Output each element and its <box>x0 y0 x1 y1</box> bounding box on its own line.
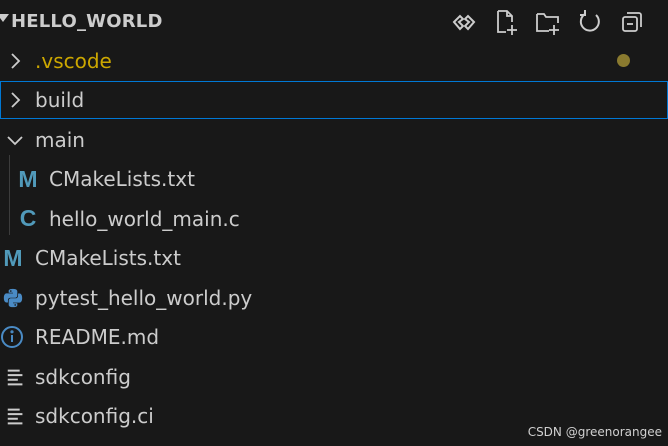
tree-item-label: sdkconfig.ci <box>35 404 154 428</box>
tree-item-sdkconfig[interactable]: sdkconfig <box>0 358 668 396</box>
collapse-all-icon[interactable] <box>615 7 649 37</box>
tree-item-label: build <box>35 88 85 112</box>
tree-item-label: sdkconfig <box>35 365 131 389</box>
tree-item-label: pytest_hello_world.py <box>35 286 253 310</box>
refresh-icon[interactable] <box>573 7 607 37</box>
explorer-header: HELLO_WORLD <box>0 0 668 42</box>
cmake-file-icon: M <box>18 165 38 192</box>
tree-item-main-cmakelists[interactable]: M CMakeLists.txt <box>0 160 668 198</box>
tree-item-label: CMakeLists.txt <box>49 167 195 191</box>
workspace-title[interactable]: HELLO_WORLD <box>11 11 163 32</box>
python-file-icon <box>1 286 25 310</box>
text-file-icon <box>4 404 28 428</box>
new-folder-icon[interactable] <box>531 7 565 37</box>
modified-indicator <box>617 54 630 67</box>
refresh-source-icon[interactable] <box>447 7 481 37</box>
tree-item-pytest-hello-world-py[interactable]: pytest_hello_world.py <box>0 279 668 317</box>
indent-guide <box>9 155 10 235</box>
tree-item-label: .vscode <box>35 49 112 73</box>
c-file-icon: C <box>19 204 37 231</box>
tree-item-vscode[interactable]: .vscode <box>0 42 668 80</box>
explorer-panel: HELLO_WORLD .vscode build main M CMakeLi… <box>0 0 668 446</box>
chevron-down-icon[interactable] <box>0 14 9 22</box>
tree-item-build[interactable]: build <box>0 81 668 119</box>
tree-item-readme[interactable]: README.md <box>0 318 668 356</box>
tree-item-label: hello_world_main.c <box>49 207 240 231</box>
text-file-icon <box>4 365 28 389</box>
info-icon <box>0 325 24 349</box>
tree-item-hello-world-main-c[interactable]: C hello_world_main.c <box>0 200 668 238</box>
chevron-right-icon <box>3 88 27 112</box>
tree-item-main[interactable]: main <box>0 121 668 159</box>
new-file-icon[interactable] <box>489 7 523 37</box>
tree-item-label: README.md <box>35 325 160 349</box>
tree-item-cmakelists[interactable]: M CMakeLists.txt <box>0 239 668 277</box>
watermark: CSDN @greenorangee <box>527 425 662 439</box>
header-actions <box>447 7 649 37</box>
tree-item-label: CMakeLists.txt <box>35 246 181 270</box>
chevron-down-icon <box>3 128 27 152</box>
cmake-file-icon: M <box>3 244 23 271</box>
tree-item-label: main <box>35 128 85 152</box>
chevron-right-icon <box>3 49 27 73</box>
